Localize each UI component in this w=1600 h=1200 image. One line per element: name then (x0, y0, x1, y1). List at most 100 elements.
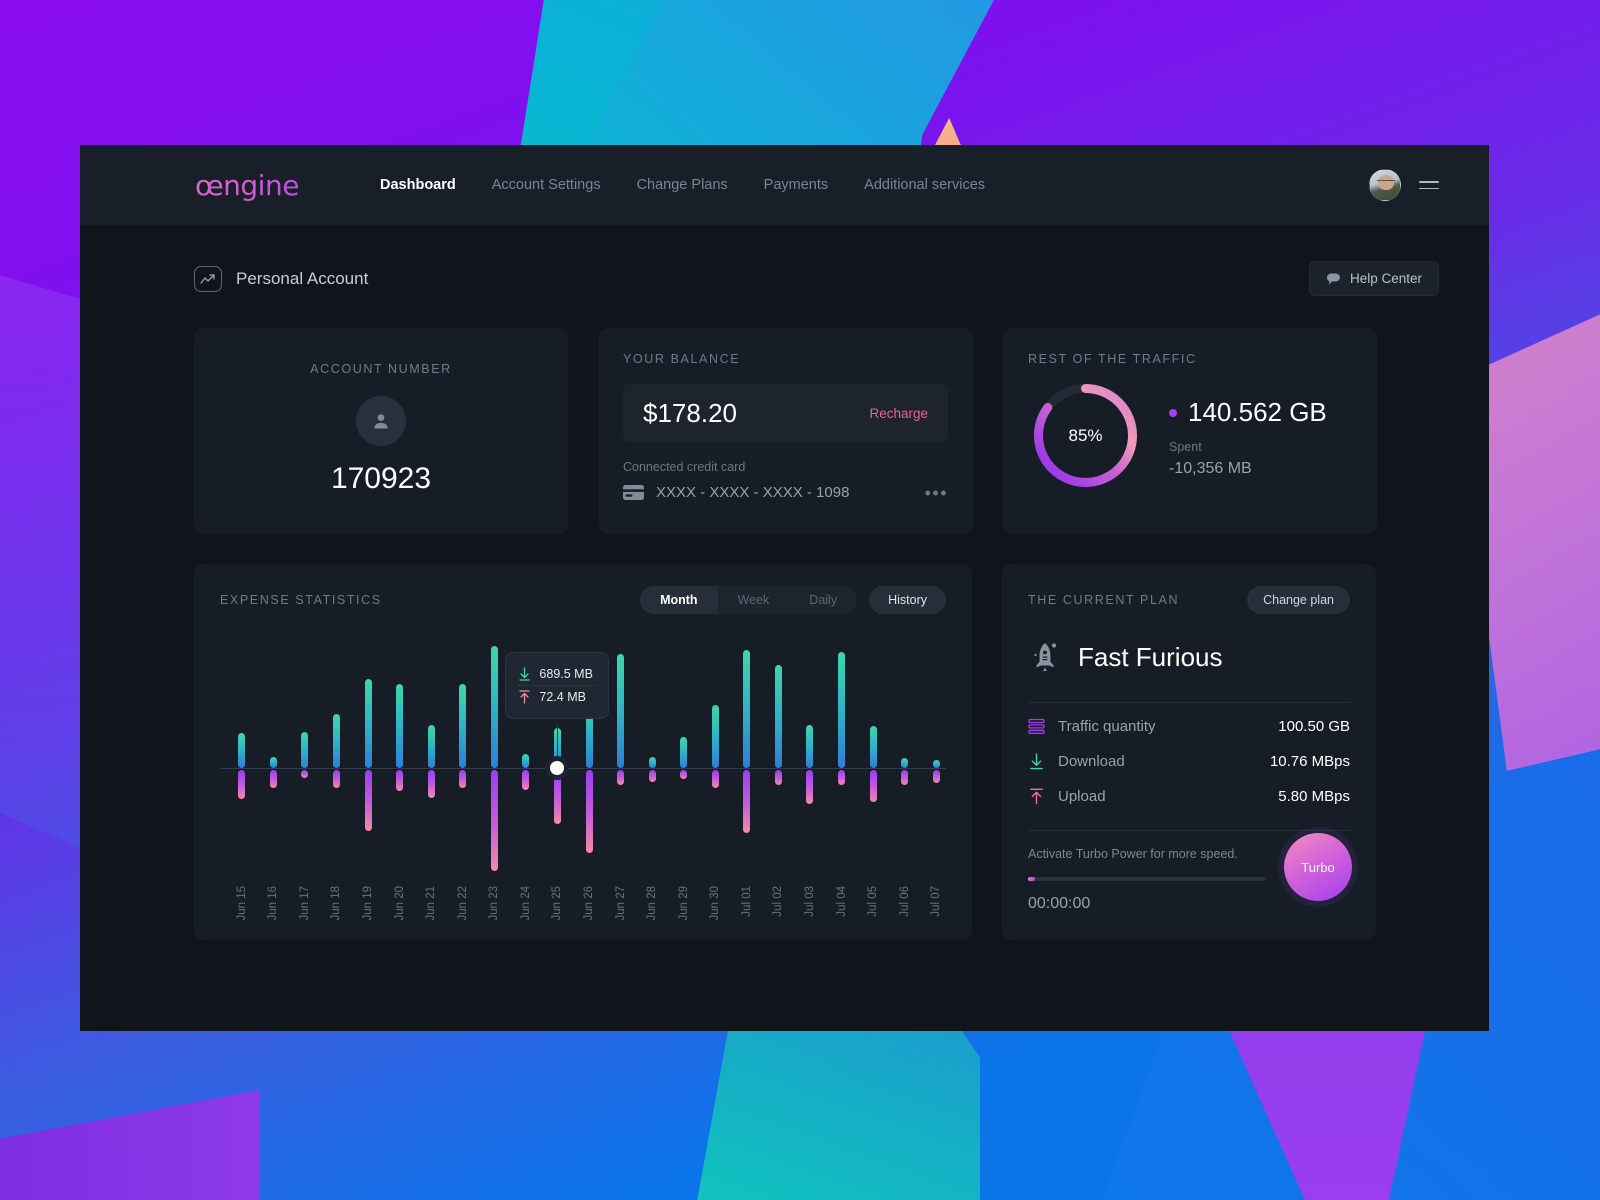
chart-bar-down[interactable] (585, 770, 593, 854)
account-number-value: 170923 (330, 462, 432, 495)
chart-x-label: Jun 18 (330, 886, 343, 921)
chart-bar-down[interactable] (553, 770, 561, 825)
range-week-button[interactable]: Week (718, 586, 790, 614)
range-month-button[interactable]: Month (640, 586, 718, 614)
nav-item-additional-services[interactable]: Additional services (864, 177, 985, 193)
chart-bar-down[interactable] (301, 770, 309, 779)
chart-bar-up[interactable] (648, 756, 656, 768)
chart-bar-up[interactable] (869, 726, 877, 768)
recharge-link[interactable]: Recharge (869, 406, 928, 421)
chart-x-label: Jul 05 (867, 886, 880, 917)
chart-bar-up[interactable] (838, 651, 846, 768)
chart-bar-down[interactable] (396, 770, 404, 791)
history-button[interactable]: History (869, 586, 946, 614)
help-center-button[interactable]: Help Center (1308, 261, 1439, 296)
nav-item-account-settings[interactable]: Account Settings (492, 177, 601, 193)
chart-x-label: Jun 28 (646, 886, 659, 921)
nav-item-payments[interactable]: Payments (764, 177, 828, 193)
chart-bar-down[interactable] (427, 770, 435, 799)
turbo-block: Activate Turbo Power for more speed. 00:… (1028, 833, 1352, 913)
chart-bar-up[interactable] (711, 705, 719, 768)
balance-card: YOUR BALANCE $178.20 Recharge Connected … (598, 328, 973, 534)
layers-icon (1028, 718, 1045, 734)
chart-bar-down[interactable] (774, 770, 782, 786)
chart-bar-down[interactable] (743, 770, 751, 833)
chart-bar-down[interactable] (869, 770, 877, 803)
range-daily-button[interactable]: Daily (789, 586, 857, 614)
connected-card-number: XXXX - XXXX - XXXX - 1098 (656, 484, 850, 501)
brand-logo[interactable]: œngine (80, 169, 380, 202)
chart-bar-up[interactable] (932, 760, 940, 768)
chart-bar-up[interactable] (238, 732, 246, 768)
chart-bar-down[interactable] (838, 770, 846, 786)
chart-bar-down[interactable] (490, 770, 498, 872)
nav-item-change-plans[interactable]: Change Plans (637, 177, 728, 193)
nav-links: Dashboard Account Settings Change Plans … (380, 177, 1369, 193)
plan-stat-value: 10.76 MBps (1269, 753, 1350, 770)
chart-bar-up[interactable] (522, 753, 530, 768)
card-more-options-button[interactable]: ••• (925, 484, 948, 502)
chart-bar-up[interactable] (269, 756, 277, 768)
tooltip-download-value: 689.5 MB (539, 667, 593, 681)
chart-bar-down[interactable] (617, 770, 625, 786)
chart-selected-point[interactable] (550, 761, 565, 775)
expense-bar-chart: Jun 15 Jun 16 Jun 17 Jun 18 Jun 19 Jun 20 Jun … (220, 638, 946, 938)
connected-card-row: XXXX - XXXX - XXXX - 1098 ••• (623, 484, 948, 502)
chart-plot-area: Jun 15 Jun 16 Jun 17 Jun 18 Jun 19 Jun 20 Jun … (220, 638, 946, 921)
chart-bar-up[interactable] (743, 649, 751, 768)
tooltip-upload-row: 72.4 MB (518, 685, 597, 708)
traffic-remaining-value: 140.562 GB (1188, 397, 1327, 427)
nav-item-dashboard[interactable]: Dashboard (380, 177, 456, 193)
chart-bar-up[interactable] (364, 679, 372, 768)
chart-bar-up[interactable] (459, 684, 467, 768)
turbo-button[interactable]: Turbo (1284, 833, 1352, 901)
chart-bar-down[interactable] (648, 770, 656, 783)
traffic-remaining-row: 140.562 GB (1169, 397, 1327, 428)
plan-stat-value: 5.80 MBps (1278, 788, 1350, 805)
chart-x-label: Jun 25 (551, 886, 564, 921)
chart-baseline (220, 768, 946, 769)
hamburger-menu-icon[interactable] (1419, 180, 1439, 190)
chart-bar-down[interactable] (711, 770, 719, 788)
chart-bar-up[interactable] (427, 725, 435, 768)
turbo-progress-bar[interactable] (1028, 877, 1266, 881)
traffic-card-details: 140.562 GB Spent -10,356 MB (1169, 393, 1327, 478)
credit-card-icon (623, 485, 644, 500)
chart-bar-down[interactable] (932, 770, 940, 784)
plan-stat-label: Download (1058, 753, 1125, 770)
chart-x-label: Jun 19 (362, 886, 375, 921)
chart-bar-down[interactable] (680, 770, 688, 780)
chart-x-label: Jun 15 (235, 886, 248, 921)
chart-bar-down[interactable] (238, 770, 246, 799)
chart-bar-up[interactable] (774, 664, 782, 768)
balance-card-label: YOUR BALANCE (623, 352, 741, 366)
connected-card-label: Connected credit card (623, 460, 746, 474)
chart-bar-up[interactable] (806, 725, 814, 768)
chart-bar-up[interactable] (332, 713, 340, 768)
traffic-legend-dot (1169, 408, 1177, 417)
chart-bar-up[interactable] (396, 684, 404, 768)
chart-x-label: Jun 16 (267, 886, 280, 921)
page-body: Personal Account Help Center ACCOUNT NUM… (80, 225, 1489, 940)
chart-bar-down[interactable] (459, 770, 467, 788)
chart-bar-down[interactable] (332, 770, 340, 788)
chart-bar-up[interactable] (680, 737, 688, 768)
chart-x-label: Jun 30 (709, 886, 722, 921)
traffic-card-label: REST OF THE TRAFFIC (1028, 352, 1197, 366)
balance-amount: $178.20 (643, 397, 737, 428)
arrow-up-icon (519, 690, 531, 704)
chart-x-label: Jun 22 (456, 886, 469, 921)
chart-bar-up[interactable] (301, 731, 309, 768)
chart-bar-up[interactable] (901, 758, 909, 768)
chart-bar-down[interactable] (901, 770, 909, 786)
chart-bar-up[interactable] (617, 653, 625, 768)
chart-bar-down[interactable] (364, 770, 372, 832)
chart-bar-down[interactable] (269, 770, 277, 788)
plan-stat-label: Traffic quantity (1058, 718, 1156, 735)
chart-bar-up[interactable] (490, 645, 498, 768)
avatar[interactable] (1369, 169, 1401, 201)
change-plan-button[interactable]: Change plan (1247, 586, 1350, 614)
chart-bar-down[interactable] (806, 770, 814, 805)
range-segmented-control: Month Week Daily (640, 586, 858, 614)
chart-bar-down[interactable] (522, 770, 530, 791)
